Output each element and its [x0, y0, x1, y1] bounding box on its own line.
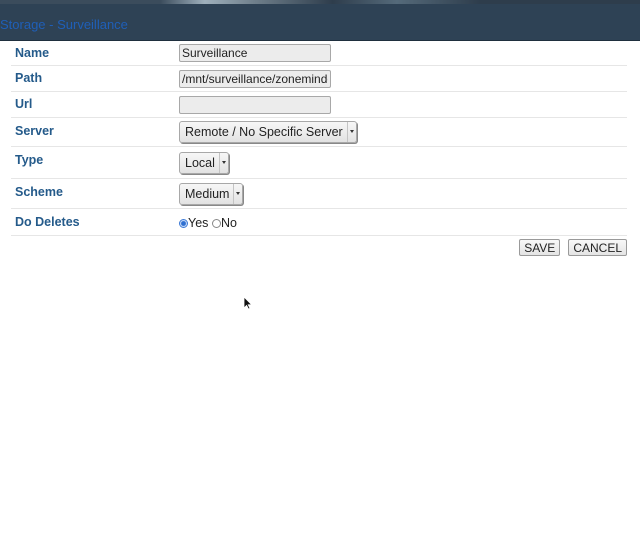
do-deletes-yes-label[interactable]: Yes: [188, 216, 208, 230]
form-buttons: SAVE CANCEL: [519, 239, 627, 256]
dialog-title-bar: Storage - Surveillance: [0, 4, 640, 41]
scheme-label: Scheme: [15, 185, 63, 199]
form-row-type: Type Local: [11, 146, 627, 179]
cancel-button[interactable]: CANCEL: [568, 239, 627, 256]
form-row-scheme: Scheme Medium: [11, 178, 627, 209]
type-select-value: Local: [185, 155, 215, 170]
url-input[interactable]: [179, 95, 331, 114]
page-title: Storage - Surveillance: [0, 17, 128, 32]
form-row-path: Path: [11, 65, 627, 92]
form-row-do-deletes: Do Deletes Yes No: [11, 208, 627, 236]
path-label: Path: [15, 71, 43, 85]
scheme-select[interactable]: Medium: [179, 182, 244, 205]
path-input[interactable]: [179, 69, 331, 88]
dropdown-arrow-icon: [346, 122, 356, 142]
storage-form: Name Path Url Server Remote / No Specifi…: [11, 41, 627, 236]
name-input[interactable]: [179, 44, 331, 62]
server-label: Server: [15, 124, 54, 138]
do-deletes-no-radio[interactable]: [212, 218, 222, 228]
server-select[interactable]: Remote / No Specific Server: [179, 121, 357, 143]
do-deletes-label: Do Deletes: [15, 215, 80, 229]
type-select[interactable]: Local: [179, 151, 229, 174]
dropdown-arrow-icon: [233, 183, 242, 204]
name-label: Name: [15, 46, 50, 60]
type-label: Type: [15, 153, 44, 167]
save-button[interactable]: SAVE: [519, 239, 561, 256]
form-row-name: Name: [11, 41, 627, 66]
server-select-value: Remote / No Specific Server: [185, 125, 343, 139]
do-deletes-yes-radio[interactable]: [179, 218, 188, 228]
mouse-cursor-icon: [243, 296, 253, 310]
form-row-url: Url: [11, 91, 627, 118]
form-row-server: Server Remote / No Specific Server: [11, 117, 627, 147]
dropdown-arrow-icon: [218, 152, 228, 173]
url-label: Url: [15, 97, 33, 111]
do-deletes-no-label[interactable]: No: [221, 216, 237, 230]
scheme-select-value: Medium: [185, 186, 230, 201]
